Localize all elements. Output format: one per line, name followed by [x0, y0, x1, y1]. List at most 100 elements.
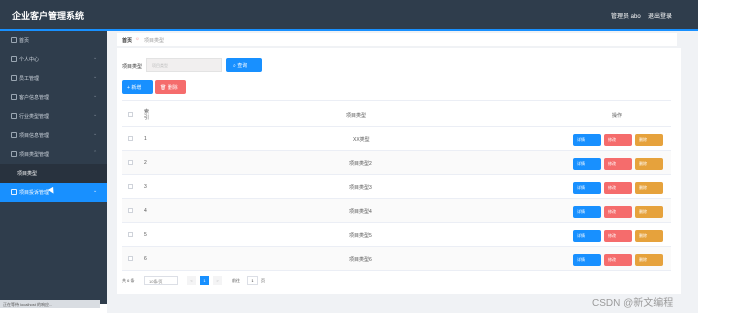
row-type: 项目类型2 — [349, 161, 372, 167]
sidebar-item-label: 行业类型管理 — [19, 114, 50, 120]
header-index: 索引 — [144, 109, 150, 121]
add-button[interactable]: + 新增 — [122, 80, 153, 94]
edit-button[interactable]: 修改 — [604, 254, 632, 266]
table-row: 6 项目类型6 详情 修改 删除 — [122, 247, 671, 271]
data-table: 索引 项目类型 操作 1 XX类型 详情 修改 删除 2 项目类型2 详情 修改… — [122, 100, 671, 271]
detail-button[interactable]: 详情 — [573, 158, 601, 170]
add-button-label: 新增 — [131, 85, 142, 91]
home-icon — [11, 37, 17, 43]
table-row: 5 项目类型5 详情 修改 删除 — [122, 223, 671, 247]
table-row: 4 项目类型4 详情 修改 删除 — [122, 199, 671, 223]
sidebar-item-industry[interactable]: 行业类型管理 ⌄ — [0, 107, 107, 126]
page-jump-input[interactable]: 1 — [247, 276, 258, 285]
trash-icon: 🗑 — [160, 85, 168, 91]
row-index: 6 — [144, 256, 147, 262]
row-checkbox[interactable] — [128, 208, 133, 213]
table-row: 2 项目类型2 详情 修改 删除 — [122, 151, 671, 175]
sidebar-item-profile[interactable]: 个人中心 ⌄ — [0, 50, 107, 69]
delete-label: 删除 — [639, 161, 647, 166]
row-index: 1 — [144, 136, 147, 142]
edit-button[interactable]: 修改 — [604, 158, 632, 170]
search-button-label: 查询 — [237, 63, 248, 69]
detail-button[interactable]: 详情 — [573, 206, 601, 218]
detail-button[interactable]: 详情 — [573, 230, 601, 242]
search-input[interactable]: 项目类型 — [146, 58, 222, 72]
chevron-down-icon: ⌄ — [93, 74, 98, 80]
row-index: 4 — [144, 208, 147, 214]
delete-button[interactable]: 删除 — [635, 254, 663, 266]
delete-label: 删除 — [639, 209, 647, 214]
logout-link[interactable]: 退出登录 — [648, 11, 672, 20]
row-checkbox[interactable] — [128, 232, 133, 237]
edit-button[interactable]: 修改 — [604, 182, 632, 194]
search-label: 项目类型 — [122, 64, 143, 70]
breadcrumb-current: 项目类型 — [144, 38, 165, 44]
sidebar-item-label: 个人中心 — [19, 57, 40, 63]
row-checkbox[interactable] — [128, 184, 133, 189]
sidebar-item-staff[interactable]: 员工管理 ⌄ — [0, 69, 107, 88]
detail-button[interactable]: 详情 — [573, 254, 601, 266]
row-type: 项目类型6 — [349, 257, 372, 263]
delete-label: 删除 — [639, 137, 647, 142]
sidebar-item-home[interactable]: 首页 — [0, 31, 107, 50]
delete-label: 删除 — [639, 257, 647, 262]
delete-button-label: 删除 — [167, 85, 178, 91]
select-all-checkbox[interactable] — [128, 112, 133, 117]
current-user: 管理员 abo — [611, 14, 641, 20]
chevron-down-icon: ⌄ — [93, 188, 98, 194]
goto-label: 前往 — [232, 278, 240, 283]
top-bar: 企业客户管理系统 管理员 abo 退出登录 — [0, 0, 698, 29]
next-page-button[interactable]: > — [213, 276, 222, 285]
staff-icon — [11, 75, 17, 81]
row-checkbox[interactable] — [128, 160, 133, 165]
edit-button[interactable]: 修改 — [604, 206, 632, 218]
delete-button[interactable]: 删除 — [635, 230, 663, 242]
sidebar-item-label: 项目投诉管理 — [19, 190, 50, 196]
sidebar-item-project-type[interactable]: 项目类型管理 ⌃ — [0, 145, 107, 164]
complaint-icon — [11, 189, 17, 195]
delete-button[interactable]: 删除 — [635, 182, 663, 194]
row-checkbox[interactable] — [128, 136, 133, 141]
header-ops: 操作 — [612, 113, 623, 119]
sidebar-item-label: 项目信息管理 — [19, 133, 50, 139]
detail-label: 详情 — [577, 161, 585, 166]
detail-label: 详情 — [577, 137, 585, 142]
detail-label: 详情 — [577, 257, 585, 262]
delete-button[interactable]: 删除 — [635, 134, 663, 146]
header-type[interactable]: 项目类型 — [346, 112, 366, 119]
table-row: 1 XX类型 详情 修改 删除 — [122, 127, 671, 151]
row-checkbox[interactable] — [128, 256, 133, 261]
pagination-total: 共 6 条 — [122, 278, 135, 283]
sidebar-subitem-label: 项目类型 — [17, 171, 38, 177]
delete-button[interactable]: 删除 — [635, 158, 663, 170]
page-size-select[interactable]: 10条/页 — [144, 276, 178, 285]
edit-label: 修改 — [608, 257, 616, 262]
breadcrumb-home[interactable]: 首页 — [122, 37, 132, 44]
page-number-current[interactable]: 1 — [200, 276, 209, 285]
sidebar-item-label: 首页 — [19, 38, 30, 44]
detail-button[interactable]: 详情 — [573, 182, 601, 194]
detail-button[interactable]: 详情 — [573, 134, 601, 146]
prev-page-button[interactable]: < — [187, 276, 196, 285]
search-button[interactable]: ⌕ 查询 — [226, 58, 262, 72]
chevron-down-icon: ⌄ — [93, 131, 98, 137]
sidebar-subitem-project-type[interactable]: 项目类型 — [0, 164, 107, 183]
row-type: 项目类型4 — [349, 209, 372, 215]
sidebar-item-project-info[interactable]: 项目信息管理 ⌄ — [0, 126, 107, 145]
browser-status-bar: 正在等待 localhost 的响应... — [0, 300, 100, 308]
watermark: CSDN @新文编程 — [592, 298, 674, 309]
edit-button[interactable]: 修改 — [604, 230, 632, 242]
sidebar-item-label: 客户信息管理 — [19, 95, 50, 101]
pagination: 共 6 条 10条/页 < 1 > 前往 1 页 — [122, 276, 322, 286]
row-type: 项目类型3 — [349, 185, 372, 191]
delete-button[interactable]: 删除 — [635, 206, 663, 218]
breadcrumb-separator-icon: ☼ — [135, 36, 140, 42]
edit-button[interactable]: 修改 — [604, 134, 632, 146]
chevron-down-icon: ⌄ — [93, 55, 98, 61]
detail-label: 详情 — [577, 233, 585, 238]
batch-delete-button[interactable]: 🗑 删除 — [155, 80, 186, 94]
sidebar-item-customer[interactable]: 客户信息管理 ⌄ — [0, 88, 107, 107]
customer-icon — [11, 94, 17, 100]
page-suffix-label: 页 — [261, 278, 265, 283]
sidebar: 首页 个人中心 ⌄ 员工管理 ⌄ 客户信息管理 ⌄ 行业类型管理 ⌄ 项目信息管… — [0, 31, 107, 304]
